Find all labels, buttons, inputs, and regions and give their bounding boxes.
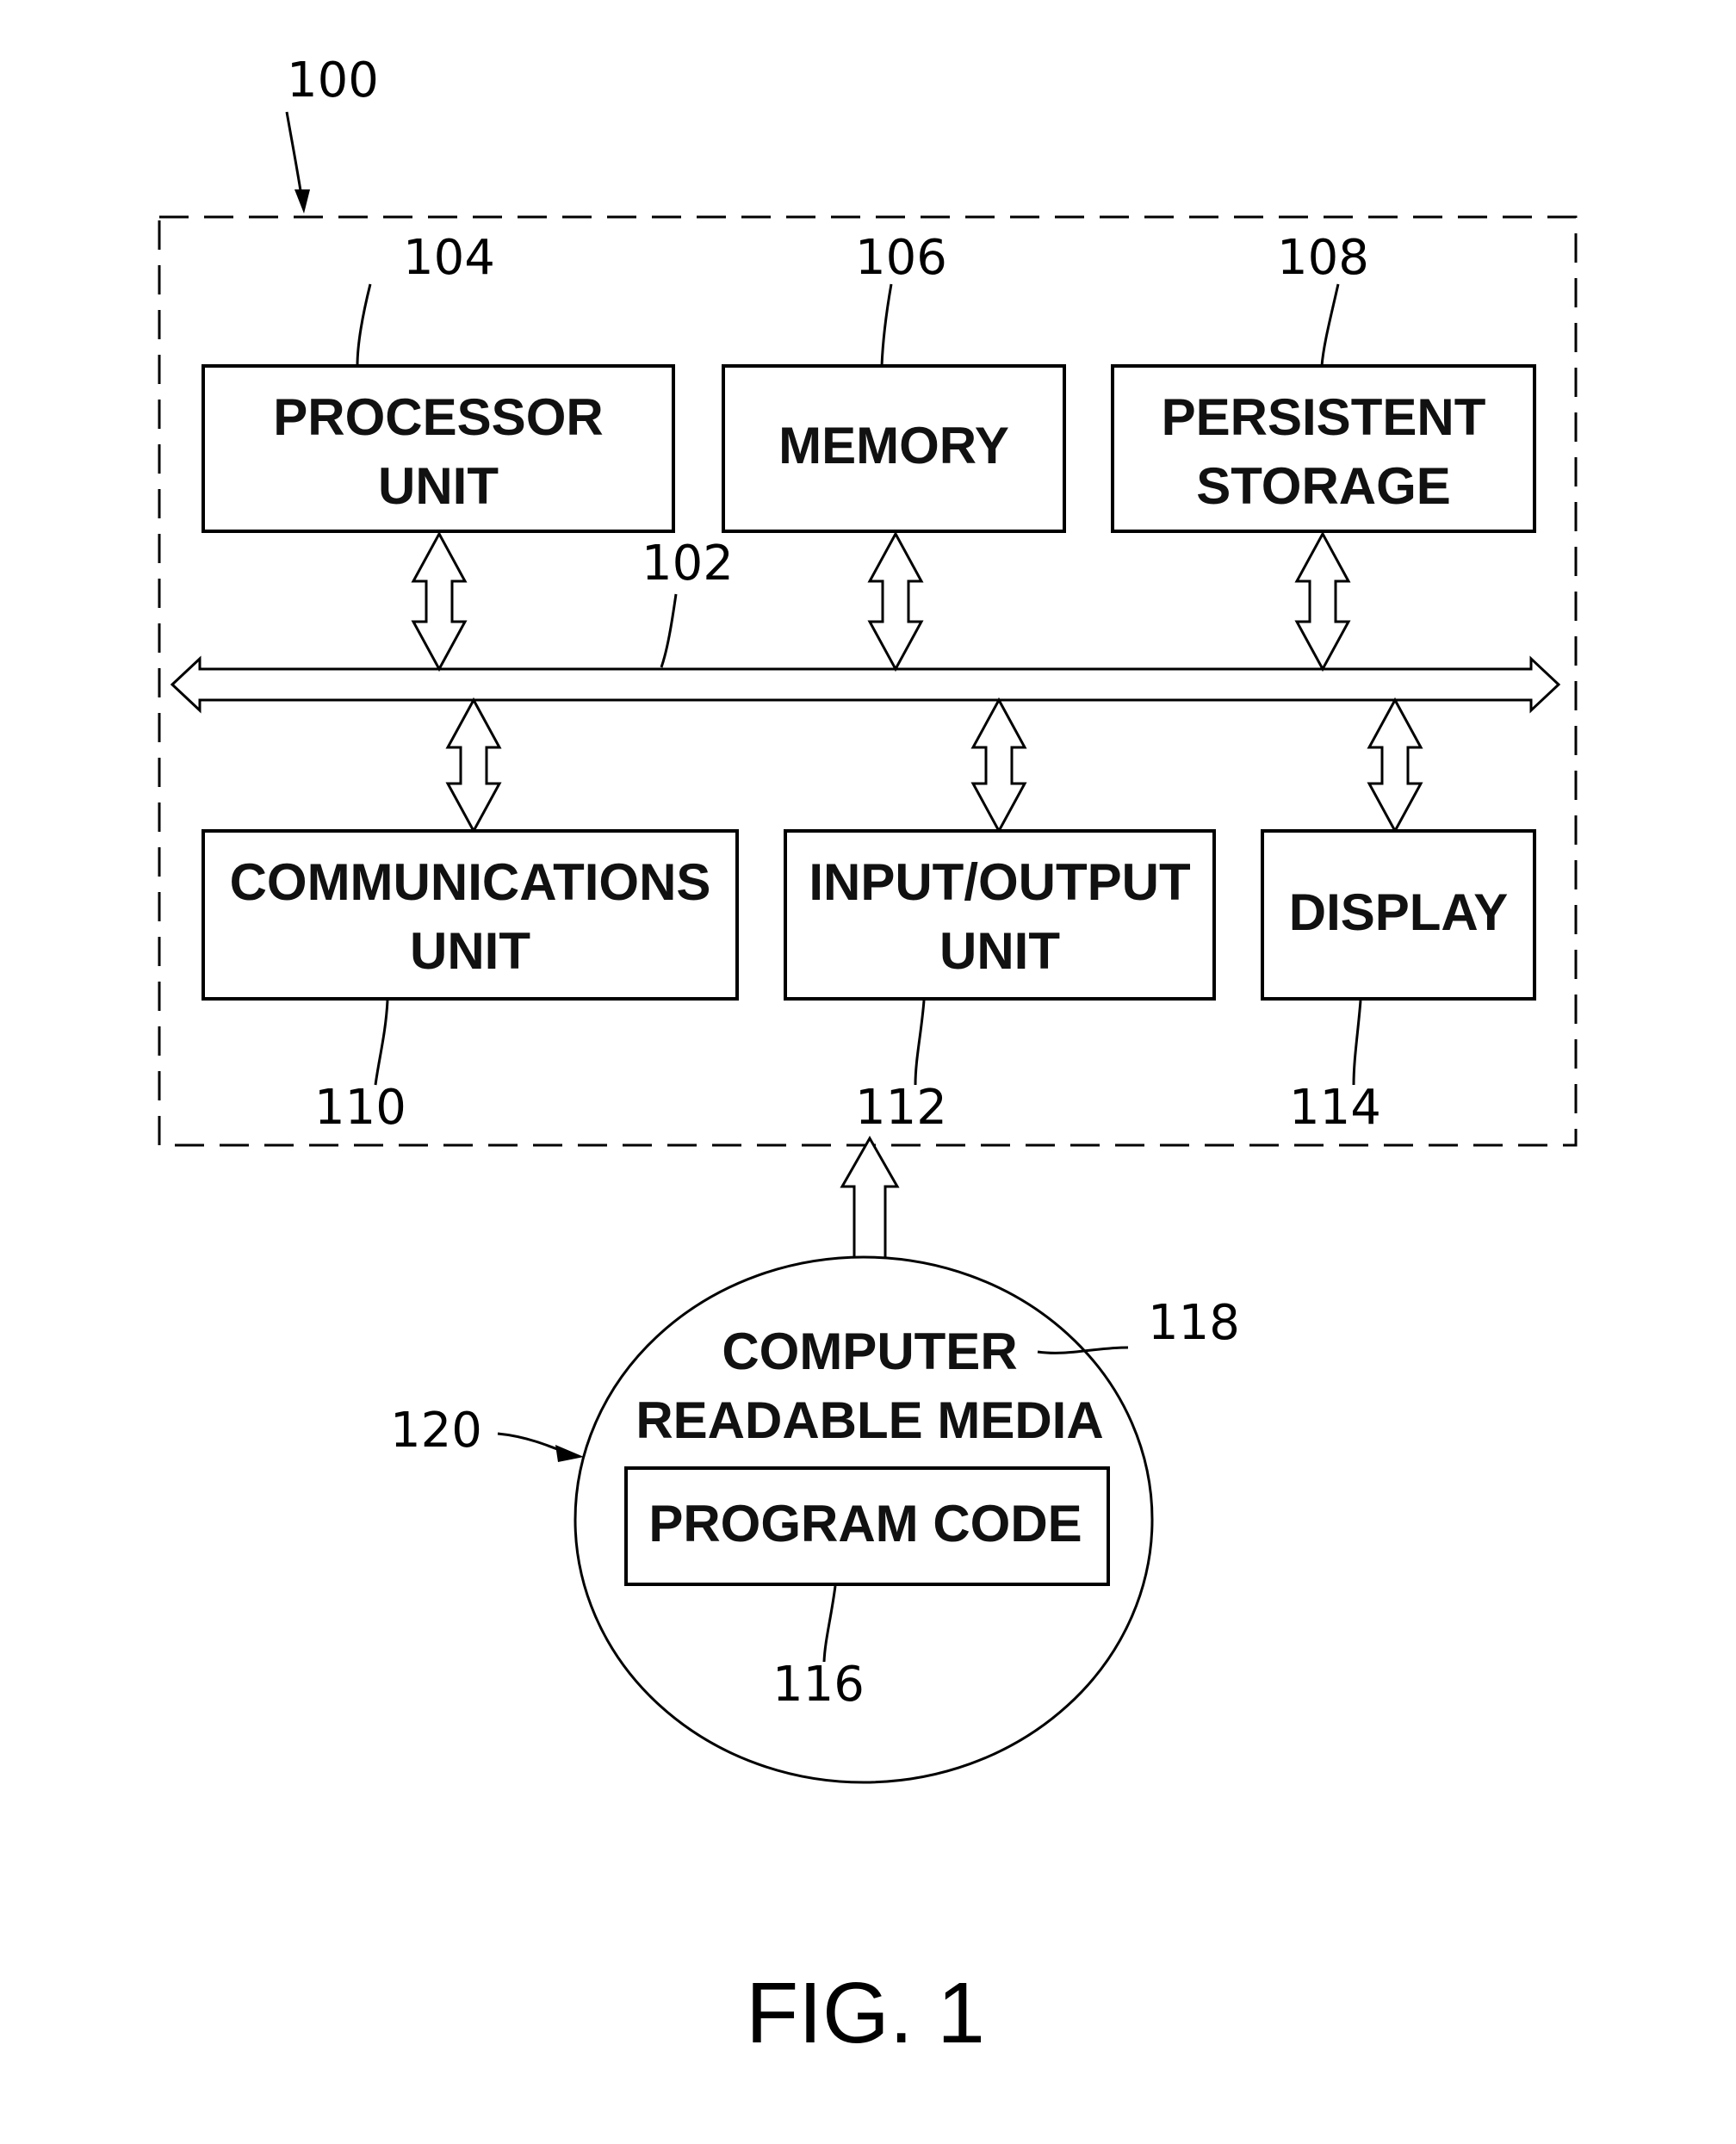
media-to-system-arrow <box>840 1135 900 1261</box>
display-label: DISPLAY <box>1289 883 1509 941</box>
storage-label-line1: PERSISTENT <box>1162 388 1486 446</box>
leader-102 <box>660 593 678 668</box>
leader-106 <box>880 283 893 367</box>
input-output-unit-box: INPUT/OUTPUT UNIT <box>784 829 1216 1001</box>
processor-unit-box: PROCESSOR UNIT <box>202 364 675 533</box>
io-label-line2: UNIT <box>939 922 1060 980</box>
ref-118: 118 <box>1148 1295 1240 1351</box>
leader-arrowhead-100 <box>294 189 310 214</box>
leader-110 <box>374 1000 389 1086</box>
block-diagram: 100 104 106 108 PROCESSOR UNIT MEMORY PE… <box>158 53 1578 2061</box>
leader-112 <box>914 1000 926 1086</box>
leader-arrowhead-120 <box>555 1445 584 1462</box>
figure-caption: FIG. 1 <box>746 1965 985 2061</box>
bus-arrow <box>170 655 1561 714</box>
memory-box: MEMORY <box>722 364 1066 533</box>
comms-label-line2: UNIT <box>410 922 530 980</box>
persistent-storage-box: PERSISTENT STORAGE <box>1111 364 1536 533</box>
io-bus-arrow <box>970 697 1027 834</box>
media-label-line2: READABLE MEDIA <box>636 1391 1103 1449</box>
program-code-box: PROGRAM CODE <box>624 1466 1110 1586</box>
ref-102: 102 <box>642 536 734 592</box>
processor-label-line2: UNIT <box>378 457 499 515</box>
ref-104: 104 <box>403 230 495 286</box>
processor-bus-arrow <box>411 530 468 672</box>
memory-bus-arrow <box>867 530 924 672</box>
ref-120: 120 <box>390 1403 482 1459</box>
ref-112: 112 <box>855 1080 947 1136</box>
memory-label: MEMORY <box>778 417 1009 474</box>
leader-114 <box>1352 1000 1362 1086</box>
ref-116: 116 <box>772 1657 865 1713</box>
ref-114: 114 <box>1289 1080 1381 1136</box>
leader-104 <box>356 283 372 367</box>
display-box: DISPLAY <box>1261 829 1536 1001</box>
storage-bus-arrow <box>1294 530 1351 672</box>
io-label-line1: INPUT/OUTPUT <box>809 853 1190 911</box>
communications-unit-box: COMMUNICATIONS UNIT <box>202 829 739 1001</box>
comms-label-line1: COMMUNICATIONS <box>230 853 711 911</box>
leader-108 <box>1320 283 1340 367</box>
storage-label-line2: STORAGE <box>1196 457 1451 515</box>
processor-label-line1: PROCESSOR <box>273 388 603 446</box>
ref-110: 110 <box>314 1080 406 1136</box>
ref-108: 108 <box>1277 230 1369 286</box>
ref-100: 100 <box>287 53 379 108</box>
comms-bus-arrow <box>445 697 502 834</box>
display-bus-arrow <box>1367 697 1423 834</box>
program-code-label: PROGRAM CODE <box>648 1495 1082 1552</box>
media-label-line1: COMPUTER <box>722 1323 1017 1380</box>
ref-106: 106 <box>855 230 947 286</box>
